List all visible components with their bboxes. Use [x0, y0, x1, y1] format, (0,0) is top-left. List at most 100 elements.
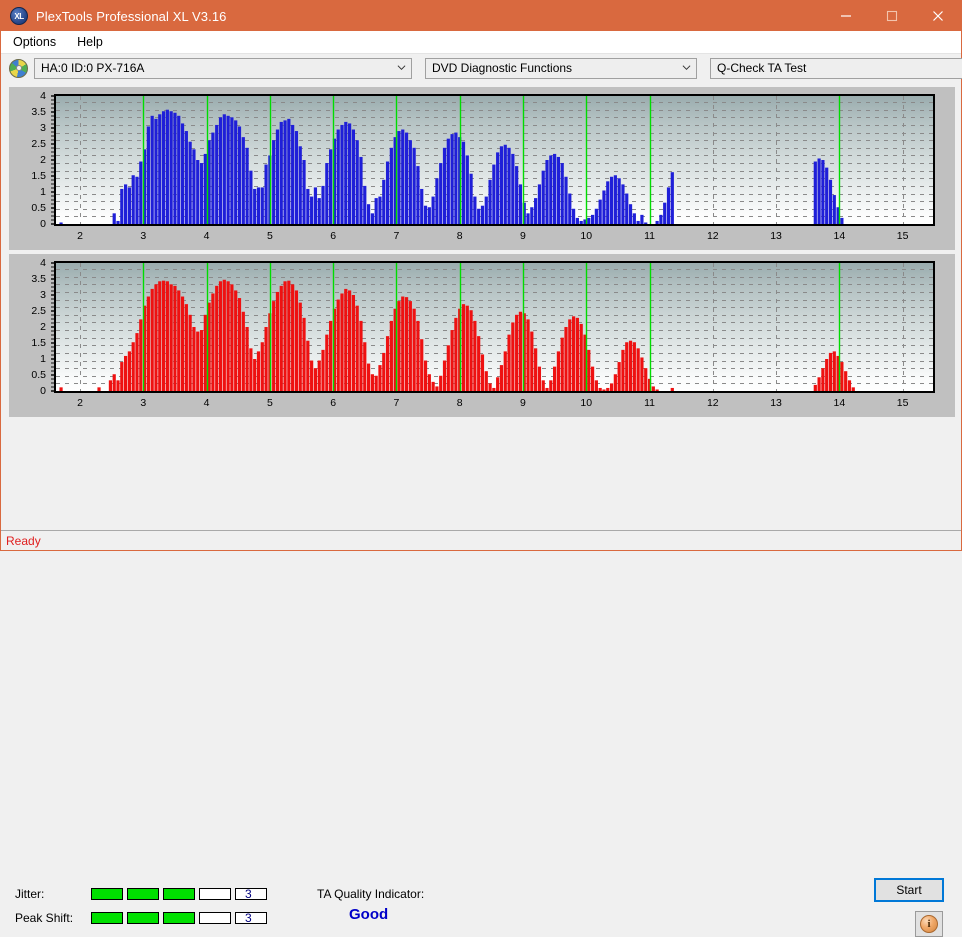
info-button[interactable]: i — [915, 911, 943, 937]
x-tick-label: 9 — [520, 397, 526, 409]
test-select[interactable]: Q-Check TA Test — [710, 57, 962, 79]
y-tick-label: 1.5 — [31, 337, 46, 349]
y-tick-label: 2 — [40, 321, 46, 333]
x-tick-label: 8 — [456, 230, 463, 242]
maximize-button[interactable] — [869, 1, 915, 31]
y-tick-label: 2.5 — [31, 138, 46, 150]
jitter-meter — [91, 888, 267, 900]
y-tick-label: 4 — [40, 257, 46, 269]
x-tick-label: 13 — [770, 397, 782, 409]
optical-disc-icon — [9, 58, 28, 78]
start-button[interactable]: Start — [874, 878, 944, 902]
test-select-value: Q-Check TA Test — [717, 61, 807, 75]
x-tick-label: 14 — [833, 230, 846, 242]
x-tick-label: 10 — [580, 397, 593, 409]
peakshift-chart-y-axis: 0 0.5 1 1.5 2 2.5 3 3.5 4 — [10, 257, 50, 397]
device-select-value: HA:0 ID:0 PX-716A — [41, 61, 145, 75]
peakshift-chart-x-axis: 2 3 4 5 6 7 8 9 10 11 12 13 14 15 — [54, 395, 935, 413]
minimize-button[interactable] — [823, 1, 869, 31]
device-select[interactable]: HA:0 ID:0 PX-716A — [34, 57, 412, 79]
x-tick-label: 14 — [833, 397, 846, 409]
y-tick-label: 0.5 — [31, 202, 46, 214]
jitter-plot — [54, 94, 935, 226]
meter-segment — [127, 888, 159, 900]
peakshift-chart-panel: 0 0.5 1 1.5 2 2.5 3 3.5 4 2 3 4 5 6 7 8 9 10 11 12 13 14 15 — [9, 254, 955, 417]
meter-segment — [163, 888, 195, 900]
meter-segment — [91, 912, 123, 924]
x-tick-label: 7 — [393, 397, 400, 409]
x-tick-label: 12 — [706, 230, 719, 242]
function-select[interactable]: DVD Diagnostic Functions — [425, 57, 697, 79]
menu-bar: Options Help — [1, 31, 961, 53]
chevron-down-icon — [682, 65, 691, 71]
peakshift-plot-wrapper — [54, 261, 935, 393]
meter-segment — [127, 912, 159, 924]
x-tick-label: 12 — [706, 397, 719, 409]
x-tick-label: 11 — [644, 230, 655, 242]
window-title: PlexTools Professional XL V3.16 — [36, 8, 227, 24]
charts-area: 0 0.5 1 1.5 2 2.5 3 3.5 4 2 3 4 5 6 7 8 9 10 11 12 13 14 15 0… — [1, 82, 961, 417]
jitter-chart-x-axis: 2 3 4 5 6 7 8 9 10 11 12 13 14 15 — [54, 228, 935, 246]
y-tick-label: 4 — [40, 90, 46, 102]
y-tick-label: 0 — [40, 218, 46, 230]
y-tick-label: 3.5 — [31, 273, 46, 285]
application-window: XL PlexTools Professional XL V3.16 Optio… — [0, 0, 962, 937]
x-tick-label: 3 — [140, 397, 147, 409]
close-button[interactable] — [915, 1, 961, 31]
jitter-chart-y-axis: 0 0.5 1 1.5 2 2.5 3 3.5 4 — [10, 90, 50, 230]
meter-segment — [163, 912, 195, 924]
ta-quality-value: Good — [349, 906, 389, 923]
meter-segment — [91, 888, 123, 900]
menu-item-options[interactable]: Options — [9, 33, 65, 51]
peakshift-plot — [54, 261, 935, 393]
jitter-bars — [56, 96, 933, 224]
menu-item-help[interactable]: Help — [73, 33, 112, 51]
x-tick-label: 11 — [644, 397, 655, 409]
x-tick-label: 2 — [77, 397, 83, 409]
results-area: Jitter: 3 Peak Shift: 3 TA Quality Indic… — [1, 417, 961, 937]
title-bar: XL PlexTools Professional XL V3.16 — [1, 1, 961, 31]
x-tick-label: 10 — [580, 230, 593, 242]
meter-segment — [199, 888, 231, 900]
y-tick-label: 3 — [40, 289, 46, 301]
y-tick-label: 2 — [40, 154, 46, 166]
x-tick-label: 4 — [203, 230, 210, 242]
y-tick-label: 3.5 — [31, 106, 46, 118]
x-tick-label: 13 — [770, 230, 782, 242]
x-tick-label: 9 — [520, 230, 526, 242]
selector-toolbar: HA:0 ID:0 PX-716A DVD Diagnostic Functio… — [1, 53, 962, 82]
y-tick-label: 0.5 — [31, 369, 46, 381]
x-tick-label: 5 — [266, 230, 273, 242]
chevron-down-icon — [397, 65, 406, 71]
window-controls — [823, 1, 961, 31]
x-tick-label: 15 — [896, 397, 909, 409]
x-tick-label: 4 — [203, 397, 210, 409]
plextools-disc-icon: XL — [10, 7, 28, 25]
jitter-label: Jitter: — [15, 887, 45, 901]
info-icon: i — [920, 915, 938, 933]
y-tick-label: 2.5 — [31, 305, 46, 317]
x-tick-label: 2 — [77, 230, 83, 242]
peak-shift-value: 3 — [245, 911, 252, 925]
function-select-value: DVD Diagnostic Functions — [432, 61, 573, 75]
y-tick-label: 1 — [40, 353, 46, 365]
ta-quality-label: TA Quality Indicator: — [317, 887, 425, 901]
peak-shift-meter — [91, 912, 267, 924]
peakshift-bars — [56, 263, 933, 391]
x-tick-label: 6 — [330, 230, 337, 242]
jitter-chart-panel: 0 0.5 1 1.5 2 2.5 3 3.5 4 2 3 4 5 6 7 8 9 10 11 12 13 14 15 — [9, 87, 955, 250]
status-text: Ready — [6, 533, 41, 548]
y-tick-label: 0 — [40, 385, 46, 397]
y-tick-label: 1.5 — [31, 170, 46, 182]
jitter-plot-wrapper — [54, 94, 935, 226]
x-tick-label: 15 — [896, 230, 909, 242]
x-tick-label: 8 — [456, 397, 463, 409]
meter-segment — [199, 912, 231, 924]
y-tick-label: 3 — [40, 122, 46, 134]
x-tick-label: 3 — [140, 230, 147, 242]
x-tick-label: 6 — [330, 397, 337, 409]
x-tick-label: 5 — [266, 397, 273, 409]
y-tick-label: 1 — [40, 186, 46, 198]
jitter-value: 3 — [245, 887, 252, 901]
x-tick-label: 7 — [393, 230, 400, 242]
